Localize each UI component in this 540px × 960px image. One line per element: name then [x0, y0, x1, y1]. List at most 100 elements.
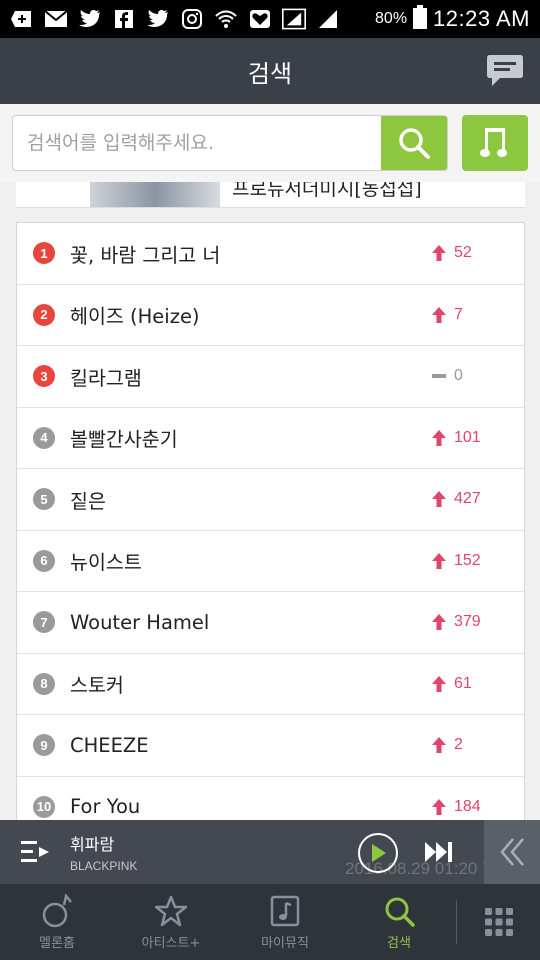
ranking-row[interactable]: 5 짙은 427 [17, 469, 524, 531]
tab-search[interactable]: 검색 [342, 884, 456, 960]
signal-strength-icon [316, 8, 340, 30]
rank-badge: 7 [33, 611, 55, 634]
rank-change-count: 0 [454, 367, 463, 385]
grid-menu-icon [484, 908, 513, 936]
tab-label: 마이뮤직 [261, 935, 309, 951]
search-keyword: 짙은 [70, 489, 106, 513]
search-input[interactable] [13, 116, 381, 170]
instagram-icon [180, 8, 204, 30]
trend-up-icon [432, 552, 446, 569]
double-chevron-left-icon [500, 838, 524, 866]
search-keyword: CHEEZE [70, 733, 149, 757]
notification-icons [10, 8, 340, 30]
collapse-player-button[interactable] [484, 820, 540, 884]
menu-grid-button[interactable] [457, 884, 540, 960]
rank-badge: 1 [33, 242, 55, 265]
playlist-icon [21, 841, 49, 862]
search-icon [383, 894, 415, 928]
status-bar: 80% 12:23 AM [0, 0, 540, 38]
add-notification-icon [10, 8, 34, 30]
search-button[interactable] [381, 116, 447, 170]
trend-up-icon [432, 491, 446, 508]
rank-badge: 6 [33, 549, 55, 572]
tab-my-music[interactable]: 마이뮤직 [228, 884, 342, 960]
bottom-tab-bar: 멜론홈 아티스트+ 마이뮤직 검색 [0, 884, 540, 960]
rank-change-count: 52 [454, 244, 472, 262]
rank-change-count: 2 [454, 736, 463, 754]
trend-same-icon [432, 368, 446, 384]
clock: 12:23 AM [433, 6, 530, 31]
twitter-icon [78, 8, 102, 30]
tab-label: 아티스트+ [141, 935, 201, 951]
app-header: 검색 [0, 38, 540, 104]
ranking-row[interactable]: 4 볼빨간사춘기 101 [17, 408, 524, 469]
next-track-icon [425, 842, 452, 862]
rank-change-count: 427 [454, 490, 481, 508]
melon-home-icon [42, 893, 72, 928]
signal-icon [282, 8, 306, 30]
mini-player: 휘파람 BLACKPINK 2016.08.29 01:20 현재 [0, 820, 540, 884]
ranking-row[interactable]: 6 뉴이스트 152 [17, 531, 524, 592]
banner-image [90, 182, 220, 207]
promo-banner[interactable]: 프로듀서더미시[농섭섭] [16, 182, 525, 208]
tab-label: 검색 [387, 935, 411, 951]
rank-change-count: 184 [454, 797, 481, 815]
mail-icon [44, 8, 68, 30]
rank-change-count: 152 [454, 551, 481, 569]
search-keyword: Wouter Hamel [70, 610, 210, 634]
trend-up-icon [432, 306, 446, 323]
ranking-row[interactable]: 3 킬라그램 0 [17, 346, 524, 408]
rank-badge: 3 [33, 365, 55, 388]
trend-up-icon [432, 245, 446, 262]
rank-change-count: 379 [454, 613, 481, 631]
next-track-button[interactable] [424, 840, 456, 864]
search-keyword: 킬라그램 [70, 366, 142, 390]
page-title: 검색 [247, 59, 293, 88]
song-artist: BLACKPINK [70, 859, 138, 873]
ranking-row[interactable]: 8 스토커 61 [17, 654, 524, 715]
wifi-icon [214, 8, 238, 30]
rank-badge: 4 [33, 426, 55, 449]
rank-change-count: 61 [454, 674, 472, 692]
rank-badge: 9 [33, 734, 55, 757]
ranking-row[interactable]: 1 꽃, 바람 그리고 너 52 [17, 223, 524, 285]
trend-up-icon [432, 798, 446, 815]
tab-melon-home[interactable]: 멜론홈 [0, 884, 114, 960]
rank-change-count: 101 [454, 428, 481, 446]
search-box [12, 115, 448, 171]
my-music-icon [270, 894, 300, 928]
now-playing-info[interactable]: 휘파람 BLACKPINK [70, 831, 137, 873]
star-icon [154, 894, 188, 928]
play-icon [372, 844, 386, 862]
search-ranking-list: 1 꽃, 바람 그리고 너 52 2 헤이즈 (Heize) 7 3 킬라그램 0 4 볼빨간사춘기… [16, 222, 525, 839]
search-icon [399, 128, 430, 159]
rank-badge: 8 [33, 672, 55, 695]
twitter-icon [146, 8, 170, 30]
ranking-row[interactable]: 9 CHEEZE 2 [17, 715, 524, 777]
trend-up-icon [432, 429, 446, 446]
ranking-row[interactable]: 7 Wouter Hamel 379 [17, 592, 524, 654]
search-keyword: 뉴이스트 [70, 551, 142, 575]
heart-icon [248, 8, 272, 30]
ranking-row[interactable]: 2 헤이즈 (Heize) 7 [17, 285, 524, 346]
facebook-icon [112, 8, 136, 30]
search-row [0, 104, 540, 182]
trend-up-icon [432, 614, 446, 631]
trend-up-icon [432, 737, 446, 754]
chat-icon [487, 55, 523, 86]
search-keyword: 꽃, 바람 그리고 너 [70, 243, 221, 267]
music-recognition-button[interactable] [462, 115, 528, 171]
tab-label: 멜론홈 [39, 935, 75, 951]
music-note-icon [480, 128, 507, 157]
banner-text: 프로듀서더미시[농섭섭] [232, 182, 422, 200]
rank-badge: 5 [33, 488, 55, 511]
message-button[interactable] [486, 52, 524, 90]
play-button[interactable] [358, 833, 398, 873]
song-title: 휘파람 [70, 835, 115, 854]
search-keyword: 스토커 [70, 674, 124, 698]
rank-badge: 2 [33, 303, 55, 326]
search-keyword: 헤이즈 (Heize) [70, 305, 200, 329]
rank-change-count: 7 [454, 305, 463, 323]
tab-artist-plus[interactable]: 아티스트+ [114, 884, 228, 960]
playlist-button[interactable] [0, 839, 70, 865]
